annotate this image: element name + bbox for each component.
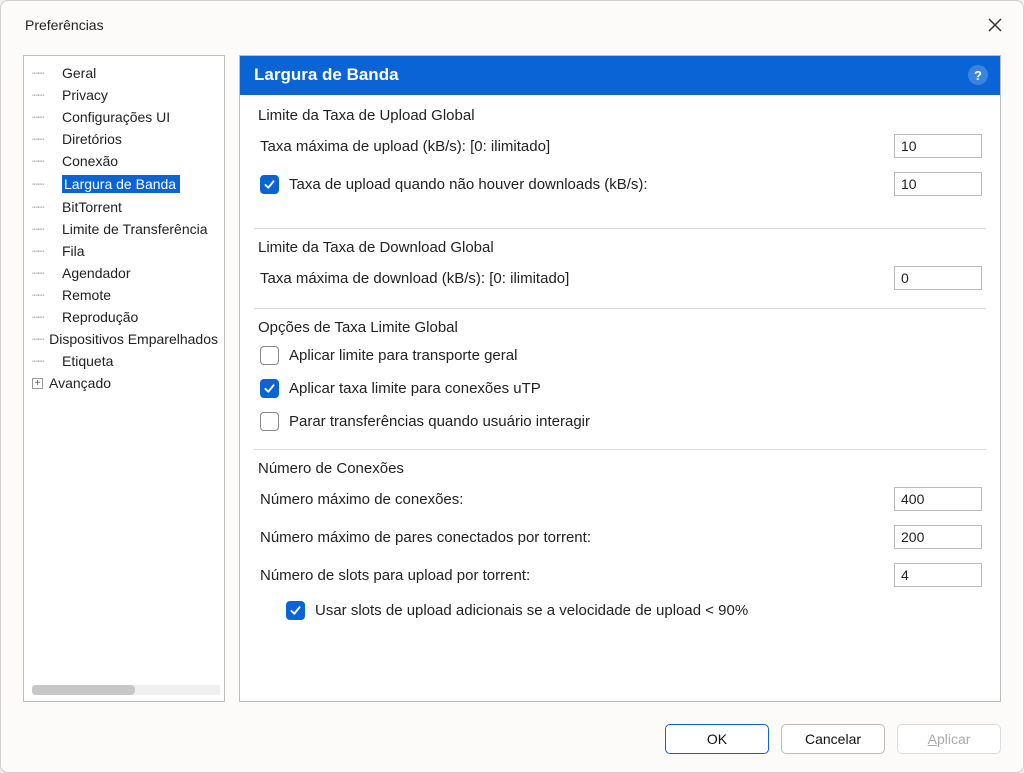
group-title-upload: Limite da Taxa de Upload Global [258,107,982,124]
max-upload-input[interactable] [894,134,982,158]
sidebar-item-privacy[interactable]: ┈┈Privacy [30,84,222,106]
max-download-label: Taxa máxima de download (kB/s): [0: ilim… [260,270,894,287]
extra-slots-label: Usar slots de upload adicionais se a vel… [315,602,748,619]
panel-header: Largura de Banda ? [240,56,1000,95]
group-upload-limit: Limite da Taxa de Upload Global Taxa máx… [254,105,986,224]
row-max-connections: Número máximo de conexões: [258,487,982,511]
apply-transport-checkbox[interactable] [260,346,279,365]
sidebar-item-etiqueta[interactable]: ┈┈Etiqueta [30,350,222,372]
max-peers-label: Número máximo de pares conectados por to… [260,529,894,546]
scrollbar-thumb[interactable] [32,685,135,695]
sidebar-item-geral[interactable]: ┈┈Geral [30,62,222,84]
group-title-connections: Número de Conexões [258,460,982,477]
apply-utp-checkbox[interactable] [260,379,279,398]
dialog-body: ┈┈Geral ┈┈Privacy ┈┈Configurações UI ┈┈D… [1,45,1023,712]
sidebar-item-limite-transferencia[interactable]: ┈┈Limite de Transferência [30,218,222,240]
apply-transport-label: Aplicar limite para transporte geral [289,347,517,364]
dialog-title: Preferências [25,17,104,33]
preferences-dialog: Preferências ┈┈Geral ┈┈Privacy ┈┈Configu… [0,0,1024,773]
main-panel: Largura de Banda ? Limite da Taxa de Upl… [239,55,1001,702]
close-button[interactable] [985,15,1005,35]
help-icon[interactable]: ? [968,65,988,85]
sidebar-item-reproducao[interactable]: ┈┈Reprodução [30,306,222,328]
max-connections-label: Número máximo de conexões: [260,491,894,508]
expand-icon[interactable]: + [32,378,43,389]
max-connections-input[interactable] [894,487,982,511]
apply-label-rest: plicar [937,731,970,747]
stop-on-interact-label: Parar transferências quando usuário inte… [289,413,590,430]
row-max-download: Taxa máxima de download (kB/s): [0: ilim… [258,266,982,290]
upload-slots-label: Número de slots para upload por torrent: [260,567,894,584]
ok-button[interactable]: OK [665,724,769,754]
row-upload-slots: Número de slots para upload por torrent: [258,563,982,587]
row-alt-upload: Taxa de upload quando não houver downloa… [258,172,982,196]
sidebar-item-largura-de-banda[interactable]: ┈┈Largura de Banda [30,172,222,196]
sidebar-h-scrollbar[interactable] [32,685,220,695]
sidebar-item-dispositivos-emparelhados[interactable]: ┈┈Dispositivos Emparelhados [30,328,222,350]
sidebar-item-avancado[interactable]: +Avançado [30,372,222,394]
alt-upload-checkbox[interactable] [260,175,279,194]
group-rate-options: Opções de Taxa Limite Global Aplicar lim… [254,308,986,445]
sidebar-item-agendador[interactable]: ┈┈Agendador [30,262,222,284]
sidebar-item-bittorrent[interactable]: ┈┈BitTorrent [30,196,222,218]
cancel-button[interactable]: Cancelar [781,724,885,754]
stop-on-interact-checkbox[interactable] [260,412,279,431]
group-download-limit: Limite da Taxa de Download Global Taxa m… [254,228,986,304]
panel-title: Largura de Banda [254,65,399,85]
group-title-download: Limite da Taxa de Download Global [258,239,982,256]
row-apply-utp: Aplicar taxa limite para conexões uTP [258,379,982,398]
sidebar-item-diretorios[interactable]: ┈┈Diretórios [30,128,222,150]
titlebar: Preferências [1,1,1023,45]
upload-slots-input[interactable] [894,563,982,587]
apply-button: Aplicar [897,724,1001,754]
apply-utp-label: Aplicar taxa limite para conexões uTP [289,380,541,397]
max-peers-input[interactable] [894,525,982,549]
row-extra-slots: Usar slots de upload adicionais se a vel… [258,601,982,620]
row-stop-on-interact: Parar transferências quando usuário inte… [258,412,982,431]
extra-slots-checkbox[interactable] [286,601,305,620]
sidebar-item-fila[interactable]: ┈┈Fila [30,240,222,262]
row-max-peers: Número máximo de pares conectados por to… [258,525,982,549]
group-title-options: Opções de Taxa Limite Global [258,319,982,336]
sidebar-item-conexao[interactable]: ┈┈Conexão [30,150,222,172]
row-max-upload: Taxa máxima de upload (kB/s): [0: ilimit… [258,134,982,158]
alt-upload-label: Taxa de upload quando não houver downloa… [289,176,648,193]
sidebar: ┈┈Geral ┈┈Privacy ┈┈Configurações UI ┈┈D… [23,55,225,702]
alt-upload-input[interactable] [894,172,982,196]
max-download-input[interactable] [894,266,982,290]
max-upload-label: Taxa máxima de upload (kB/s): [0: ilimit… [260,138,894,155]
sidebar-item-configuracoes-ui[interactable]: ┈┈Configurações UI [30,106,222,128]
sidebar-item-remote[interactable]: ┈┈Remote [30,284,222,306]
panel-body: Limite da Taxa de Upload Global Taxa máx… [240,95,1000,701]
group-connections: Número de Conexões Número máximo de cone… [254,449,986,634]
settings-tree: ┈┈Geral ┈┈Privacy ┈┈Configurações UI ┈┈D… [30,62,222,394]
row-apply-transport: Aplicar limite para transporte geral [258,346,982,365]
dialog-footer: OK Cancelar Aplicar [1,712,1023,772]
